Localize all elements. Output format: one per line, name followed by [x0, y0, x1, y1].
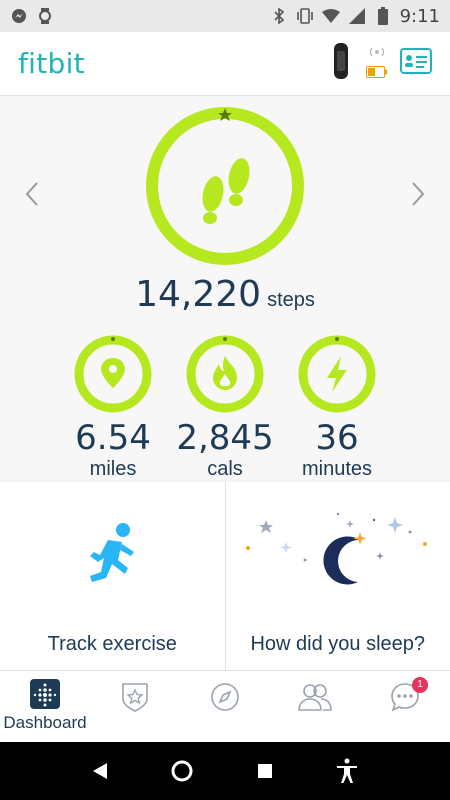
location-pin-icon — [101, 358, 125, 388]
steps-ring[interactable] — [145, 106, 305, 266]
active-minutes-unit: minutes — [301, 458, 373, 480]
home-icon[interactable] — [170, 759, 194, 783]
track-exercise-tile[interactable]: Track exercise — [0, 482, 225, 670]
steps-count: 14,220 steps — [0, 274, 450, 315]
watch-icon — [36, 7, 54, 25]
calories-metric[interactable]: 2,845 cals — [160, 334, 290, 480]
steps-unit: steps — [267, 289, 315, 311]
tab-dashboard-label: Dashboard — [3, 713, 87, 732]
chevron-left-icon — [25, 182, 38, 206]
footsteps-icon — [202, 158, 250, 224]
sleep-label: How did you sleep? — [250, 633, 426, 655]
brand-logo: fitbit — [18, 47, 85, 80]
status-bar: 9:11 — [0, 0, 450, 32]
previous-day-button[interactable] — [18, 174, 46, 214]
tab-messages[interactable]: 1 — [360, 671, 450, 742]
low-battery-icon — [366, 65, 388, 83]
dashboard-summary: 14,220 steps 6.54 miles 2,845 cals 36 mi… — [0, 96, 450, 480]
sleep-tile[interactable]: How did you sleep? — [225, 482, 450, 670]
track-exercise-label: Track exercise — [47, 633, 177, 655]
chevron-right-icon — [412, 182, 425, 206]
tab-challenges[interactable] — [90, 671, 180, 742]
next-day-button[interactable] — [404, 174, 432, 214]
account-card-icon[interactable] — [400, 48, 432, 79]
tab-dashboard[interactable]: Dashboard — [0, 671, 90, 742]
system-navigation-bar — [0, 742, 450, 800]
running-figure-icon — [90, 523, 134, 582]
sync-icon — [368, 45, 386, 63]
discover-icon — [211, 683, 239, 711]
calories-value: 2,845 — [176, 418, 274, 458]
back-icon[interactable] — [91, 761, 109, 781]
signal-icon — [348, 7, 366, 25]
distance-unit: miles — [89, 458, 137, 480]
recents-icon[interactable] — [256, 762, 274, 780]
calories-unit: cals — [207, 458, 243, 480]
vibrate-icon — [296, 7, 314, 25]
accessibility-icon[interactable] — [335, 758, 359, 784]
flame-icon — [213, 356, 237, 390]
tab-discover[interactable] — [180, 671, 270, 742]
community-icon — [298, 684, 332, 711]
moon-stars-icon — [245, 513, 427, 585]
bluetooth-icon — [270, 7, 288, 25]
distance-metric[interactable]: 6.54 miles — [48, 334, 178, 480]
messages-badge: 1 — [412, 677, 428, 693]
tab-community[interactable] — [270, 671, 360, 742]
steps-value: 14,220 — [135, 274, 262, 315]
action-tiles: Track exercise How did you sleep? — [0, 482, 450, 670]
tracker-icon[interactable] — [328, 43, 354, 84]
app-header: fitbit — [0, 32, 450, 96]
messenger-icon — [10, 7, 28, 25]
wifi-icon — [321, 7, 340, 25]
clock: 9:11 — [399, 5, 440, 27]
challenges-icon — [122, 683, 148, 712]
distance-value: 6.54 — [75, 418, 151, 458]
lightning-icon — [327, 356, 347, 392]
dashboard-icon — [30, 679, 60, 709]
active-minutes-value: 36 — [315, 418, 359, 458]
active-minutes-metric[interactable]: 36 minutes — [272, 334, 402, 480]
battery-icon — [374, 7, 392, 25]
sync-status — [366, 45, 388, 83]
bottom-navigation: Dashboard 1 — [0, 670, 450, 742]
